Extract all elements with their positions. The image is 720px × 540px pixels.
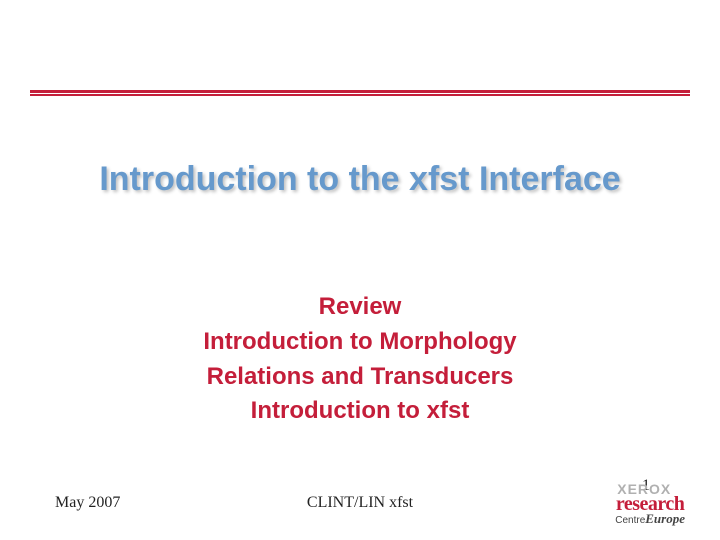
horizontal-divider [30, 90, 690, 96]
logo-centre-text: Centre [615, 515, 645, 526]
slide-title: Introduction to the xfst Interface [0, 160, 720, 199]
logo-sub-text: CentreEurope [615, 513, 685, 526]
subtitle-line-2: Introduction to Morphology [0, 325, 720, 360]
footer-center-text: CLINT/LIN xfst [0, 494, 720, 512]
logo-europe-text: Europe [645, 511, 685, 526]
subtitle-line-3: Relations and Transducers [0, 360, 720, 395]
subtitle-block: Review Introduction to Morphology Relati… [0, 290, 720, 429]
subtitle-line-4: Introduction to xfst [0, 394, 720, 429]
subtitle-line-1: Review [0, 290, 720, 325]
xerox-logo: XEROX research CentreEurope [615, 484, 685, 525]
